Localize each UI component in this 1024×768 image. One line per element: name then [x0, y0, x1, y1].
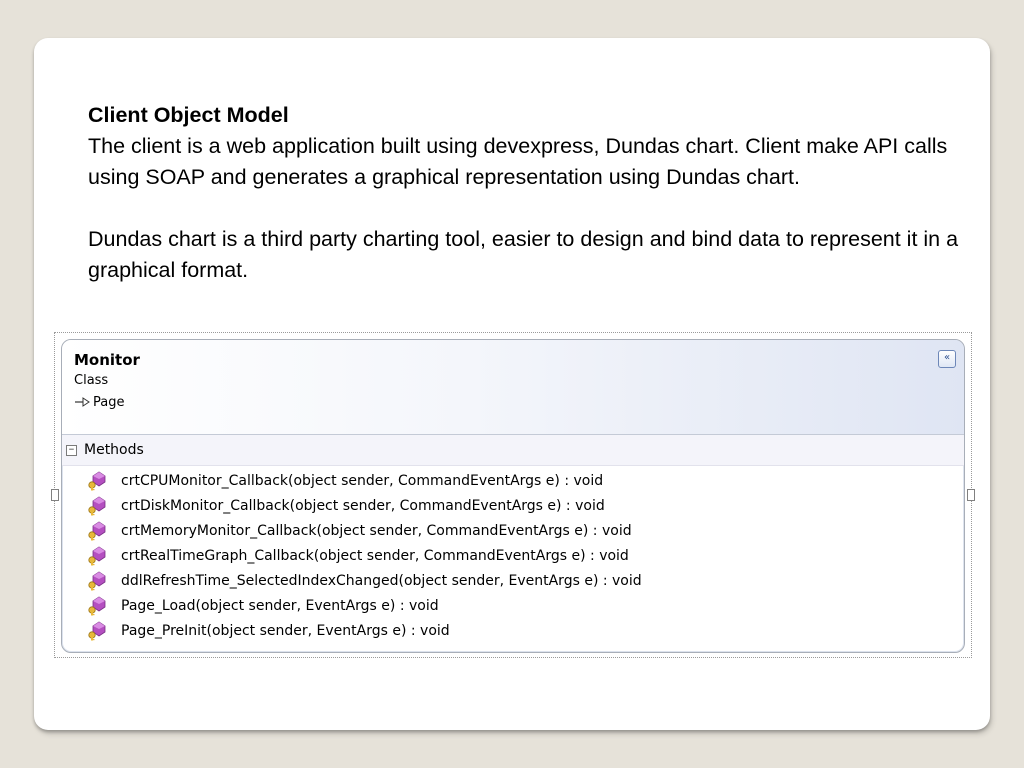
- class-name: Monitor: [74, 351, 140, 369]
- protected-method-icon: [86, 546, 112, 566]
- method-signature: crtMemoryMonitor_Callback(object sender,…: [121, 522, 632, 539]
- class-kind: Class: [74, 373, 109, 388]
- method-row[interactable]: ddlRefreshTime_SelectedIndexChanged(obje…: [86, 568, 642, 593]
- slide-text: Client Object Model The client is a web …: [88, 100, 968, 286]
- method-signature: ddlRefreshTime_SelectedIndexChanged(obje…: [121, 572, 642, 589]
- resize-handle-left[interactable]: [51, 489, 59, 501]
- method-row[interactable]: crtDiskMonitor_Callback(object sender, C…: [86, 493, 642, 518]
- method-signature: crtDiskMonitor_Callback(object sender, C…: [121, 497, 605, 514]
- class-diagram-frame[interactable]: Monitor Class Page « − Methods crtCPUMon…: [51, 332, 975, 658]
- slide-heading: Client Object Model: [88, 103, 289, 127]
- method-row[interactable]: Page_Load(object sender, EventArgs e) : …: [86, 593, 642, 618]
- methods-section-header[interactable]: − Methods: [62, 435, 964, 466]
- base-class: Page: [74, 395, 124, 410]
- methods-label: Methods: [84, 442, 144, 458]
- method-row[interactable]: crtMemoryMonitor_Callback(object sender,…: [86, 518, 642, 543]
- protected-method-icon: [86, 596, 112, 616]
- collapse-chevron-icon[interactable]: «: [938, 350, 956, 368]
- resize-handle-right[interactable]: [967, 489, 975, 501]
- method-signature: crtRealTimeGraph_Callback(object sender,…: [121, 547, 629, 564]
- protected-method-icon: [86, 496, 112, 516]
- paragraph-2: Dundas chart is a third party charting t…: [88, 227, 959, 282]
- method-signature: crtCPUMonitor_Callback(object sender, Co…: [121, 472, 604, 489]
- class-header: Monitor Class Page «: [62, 340, 964, 435]
- methods-list: crtCPUMonitor_Callback(object sender, Co…: [86, 468, 642, 643]
- method-row[interactable]: crtRealTimeGraph_Callback(object sender,…: [86, 543, 642, 568]
- protected-method-icon: [86, 571, 112, 591]
- paragraph-1: The client is a web application built us…: [88, 134, 948, 189]
- protected-method-icon: [86, 521, 112, 541]
- method-signature: Page_PreInit(object sender, EventArgs e)…: [121, 622, 450, 639]
- method-row[interactable]: crtCPUMonitor_Callback(object sender, Co…: [86, 468, 642, 493]
- protected-method-icon: [86, 621, 112, 641]
- inheritance-arrow-icon: [74, 396, 90, 410]
- protected-method-icon: [86, 471, 112, 491]
- method-signature: Page_Load(object sender, EventArgs e) : …: [121, 597, 439, 614]
- collapse-minus-icon[interactable]: −: [66, 444, 77, 456]
- method-row[interactable]: Page_PreInit(object sender, EventArgs e)…: [86, 618, 642, 643]
- base-class-name: Page: [93, 395, 125, 410]
- class-shape[interactable]: Monitor Class Page « − Methods crtCPUMon…: [61, 339, 965, 653]
